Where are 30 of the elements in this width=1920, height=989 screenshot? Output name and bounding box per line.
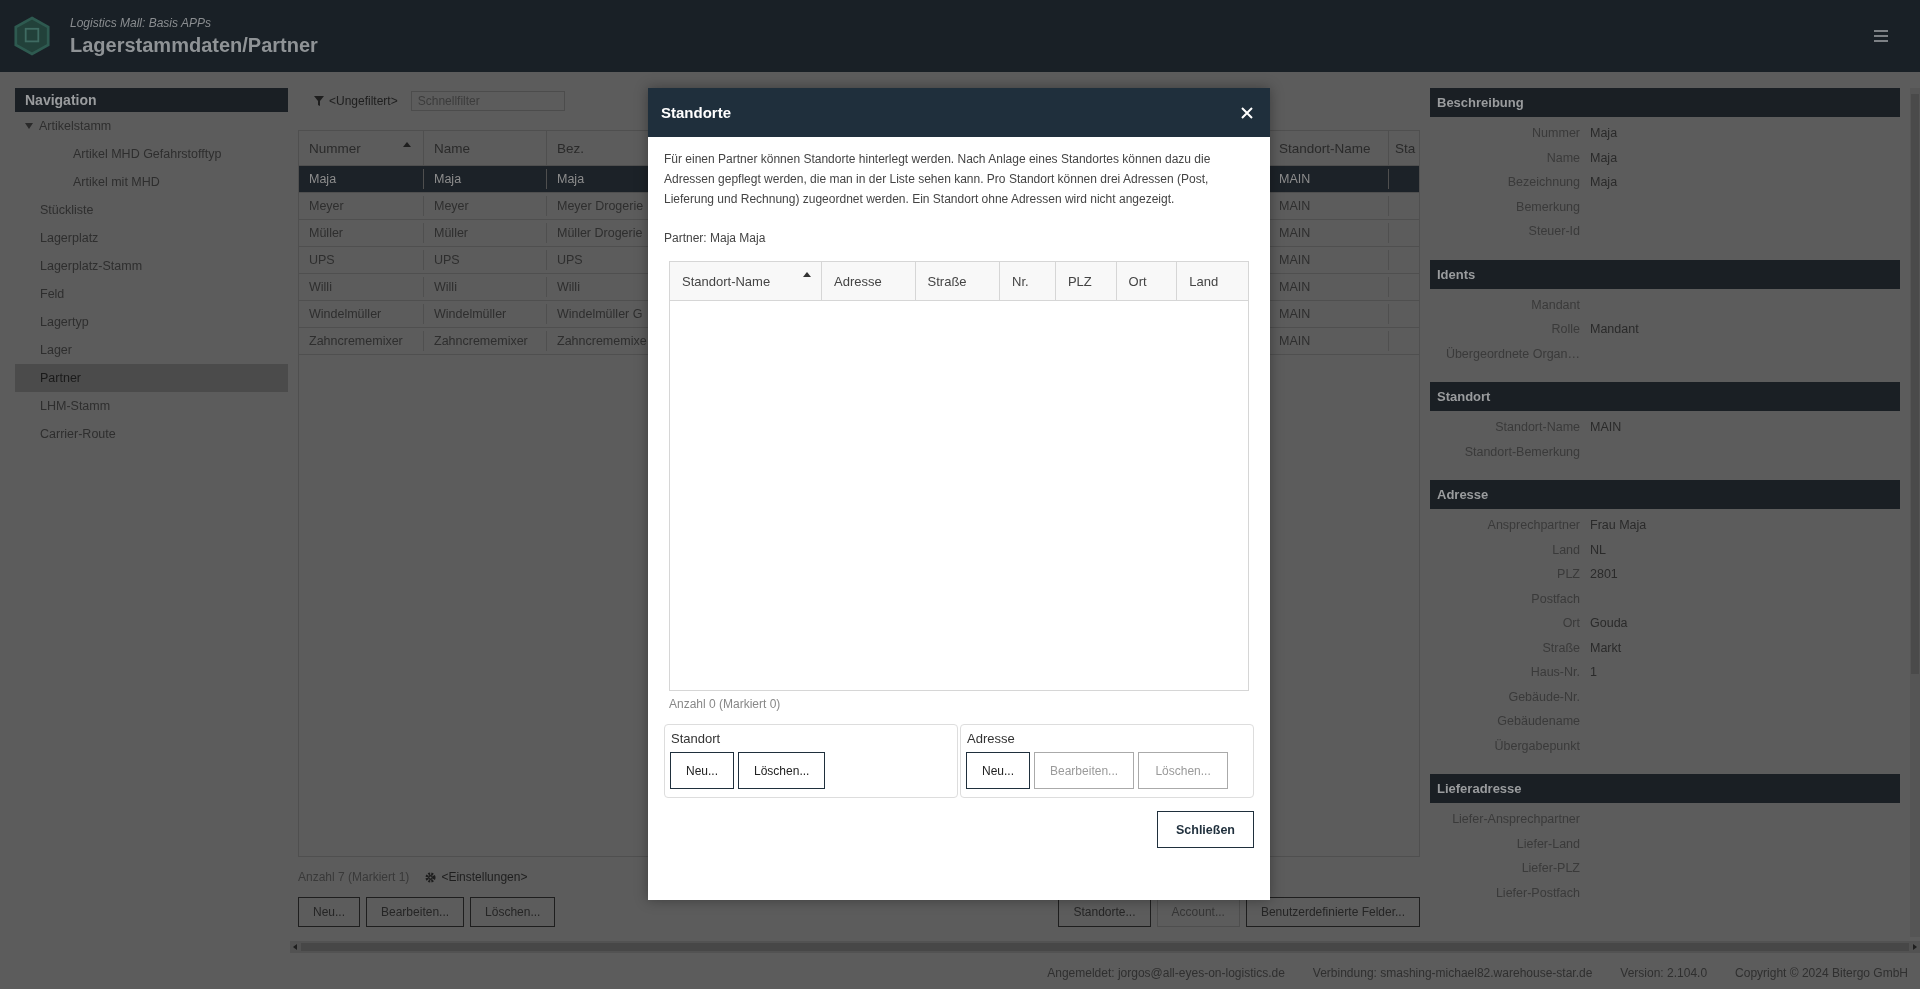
action-button[interactable]: Neu... xyxy=(966,752,1030,789)
section-header: Beschreibung xyxy=(1430,88,1900,117)
close-button[interactable]: Schließen xyxy=(1156,811,1254,848)
section-header: Idents xyxy=(1430,259,1900,289)
column-header[interactable]: Straße xyxy=(915,262,1001,300)
section-header: Adresse xyxy=(1430,480,1900,509)
group-title: Adresse xyxy=(966,731,1016,746)
column-header[interactable]: Adresse xyxy=(822,262,916,300)
table-cell: Maja xyxy=(434,172,462,186)
settings-link[interactable]: <Einstellungen> xyxy=(425,870,528,884)
column-header[interactable]: Standort-Name xyxy=(670,262,823,300)
action-button[interactable]: Neu... xyxy=(670,752,734,789)
section-header: Standort xyxy=(1430,382,1900,411)
partner-label: Partner: Maja Maja xyxy=(664,231,767,245)
filter-label[interactable]: <Ungefiltert> xyxy=(329,94,398,108)
column-header[interactable]: Ort xyxy=(1116,262,1178,300)
column-header[interactable]: Nr. xyxy=(1000,262,1056,300)
column-header[interactable]: Land xyxy=(1177,262,1248,300)
app-subtitle: Logistics Mall: Basis APPs xyxy=(70,15,212,30)
section-header: Lieferadresse xyxy=(1430,774,1900,803)
group-title: Standort xyxy=(670,731,722,746)
navigation-header: Navigation xyxy=(15,88,288,112)
row-count: Anzahl 0 (Markiert 0) xyxy=(669,697,782,711)
table-cell: Maja xyxy=(557,172,585,186)
dialog-title: Standorte xyxy=(661,104,731,121)
column-header[interactable]: PLZ xyxy=(1055,262,1117,300)
table-cell: MAIN xyxy=(1279,172,1311,186)
table-cell: Maja xyxy=(309,172,337,186)
action-button[interactable]: Löschen... xyxy=(738,752,826,789)
page-title: Lagerstammdaten/Partner xyxy=(70,33,318,57)
